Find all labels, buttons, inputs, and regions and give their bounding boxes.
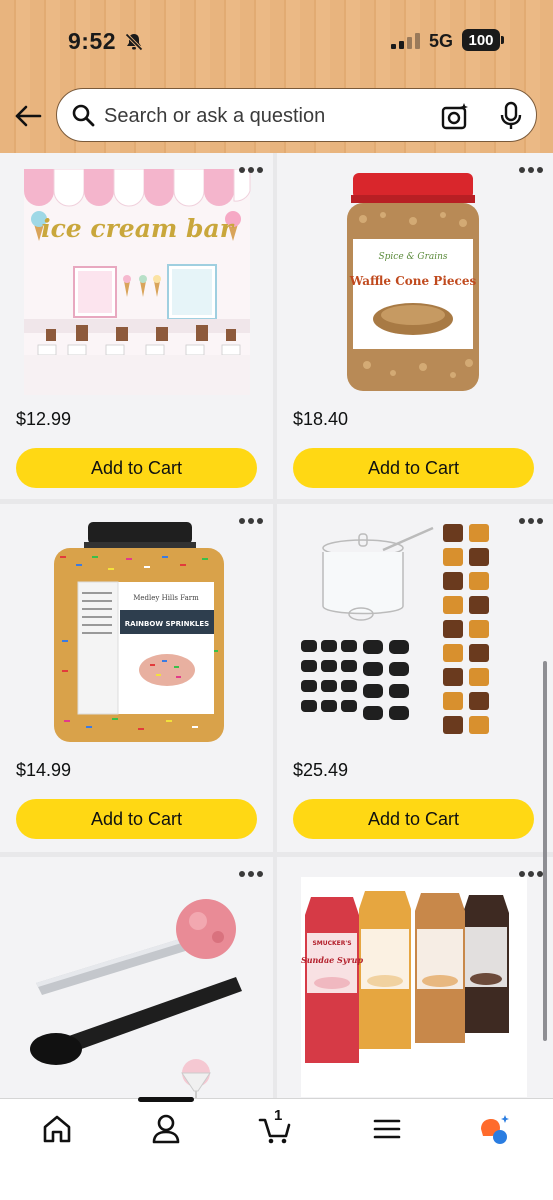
product-card[interactable]: Spice & Grains Waffle Cone Pieces $18.40… <box>277 153 553 499</box>
more-options-icon[interactable] <box>519 871 545 877</box>
add-to-cart-button[interactable]: Add to Cart <box>293 448 534 488</box>
menu-icon[interactable] <box>370 1113 404 1145</box>
product-price: $25.49 <box>293 760 349 780</box>
product-price: $18.40 <box>293 409 349 429</box>
camera-search-icon[interactable] <box>440 101 470 131</box>
syrup-brand-text: SMUCKER'S <box>312 940 351 947</box>
status-bar: 9:52 5G 100 <box>0 0 553 80</box>
more-options-icon[interactable] <box>519 167 545 173</box>
rufus-assistant-icon[interactable] <box>478 1113 512 1145</box>
more-options-icon[interactable] <box>239 518 265 524</box>
product-grid: ice cream bar $12.99 Add to Cart Spice &… <box>0 153 553 1098</box>
product-price: $14.99 <box>16 760 72 780</box>
more-options-icon[interactable] <box>239 167 265 173</box>
home-icon[interactable] <box>40 1113 74 1145</box>
product-card[interactable]: SMUCKER'S Sundae Syrup <box>277 857 553 1098</box>
network-type: 5G <box>429 31 454 51</box>
add-to-cart-button[interactable]: Add to Cart <box>293 799 534 839</box>
product-image-glass-jar-set[interactable] <box>293 520 531 748</box>
more-options-icon[interactable] <box>239 871 265 877</box>
battery-level: 100 <box>468 31 494 49</box>
app-header: 9:52 5G 100 Search or ask a question <box>0 0 553 153</box>
add-to-cart-button[interactable]: Add to Cart <box>16 799 257 839</box>
back-arrow-icon[interactable] <box>14 102 42 130</box>
scrollbar[interactable] <box>543 661 547 1041</box>
product-image-rainbow-sprinkles[interactable]: Medley Hills Farm RAINBOW SPRINKLES <box>16 520 254 748</box>
product-card[interactable]: $25.49 Add to Cart <box>277 504 553 852</box>
bottom-navigation: 1 <box>0 1097 553 1200</box>
product-image-ice-cream-scoops[interactable] <box>16 873 254 1098</box>
signal-icon <box>391 33 421 49</box>
bell-slash-icon <box>125 33 143 51</box>
product-card[interactable] <box>0 857 273 1098</box>
product-image-ice-cream-bar[interactable]: ice cream bar <box>16 169 254 397</box>
product-price: $12.99 <box>16 409 72 429</box>
product-image-sundae-syrup[interactable]: SMUCKER'S Sundae Syrup <box>293 873 531 1098</box>
more-options-icon[interactable] <box>519 518 545 524</box>
ice-cream-bar-banner-text: ice cream bar <box>41 214 235 243</box>
account-icon[interactable] <box>149 1113 183 1145</box>
search-icon <box>72 104 95 127</box>
syrup-label-text: Sundae Syrup <box>301 955 364 965</box>
battery-icon: 100 <box>462 29 504 51</box>
product-image-waffle-cone-pieces[interactable]: Spice & Grains Waffle Cone Pieces <box>293 169 531 397</box>
product-card[interactable]: ice cream bar $12.99 Add to Cart <box>0 153 273 499</box>
sprinkles-label-text: RAINBOW SPRINKLES <box>125 620 209 628</box>
microphone-icon[interactable] <box>498 101 524 131</box>
nav-indicator <box>138 1097 194 1102</box>
cart-count-badge: 1 <box>274 1107 283 1124</box>
sprinkles-brand-text: Medley Hills Farm <box>133 594 199 602</box>
add-to-cart-button[interactable]: Add to Cart <box>16 448 257 488</box>
search-input[interactable]: Search or ask a question <box>104 105 325 128</box>
waffle-brand-text: Spice & Grains <box>378 252 447 262</box>
product-card[interactable]: Medley Hills Farm RAINBOW SPRINKLES $14.… <box>0 504 273 852</box>
status-time: 9:52 <box>68 28 117 54</box>
waffle-label-text: Waffle Cone Pieces <box>349 274 477 288</box>
search-bar[interactable]: Search or ask a question <box>56 88 537 142</box>
